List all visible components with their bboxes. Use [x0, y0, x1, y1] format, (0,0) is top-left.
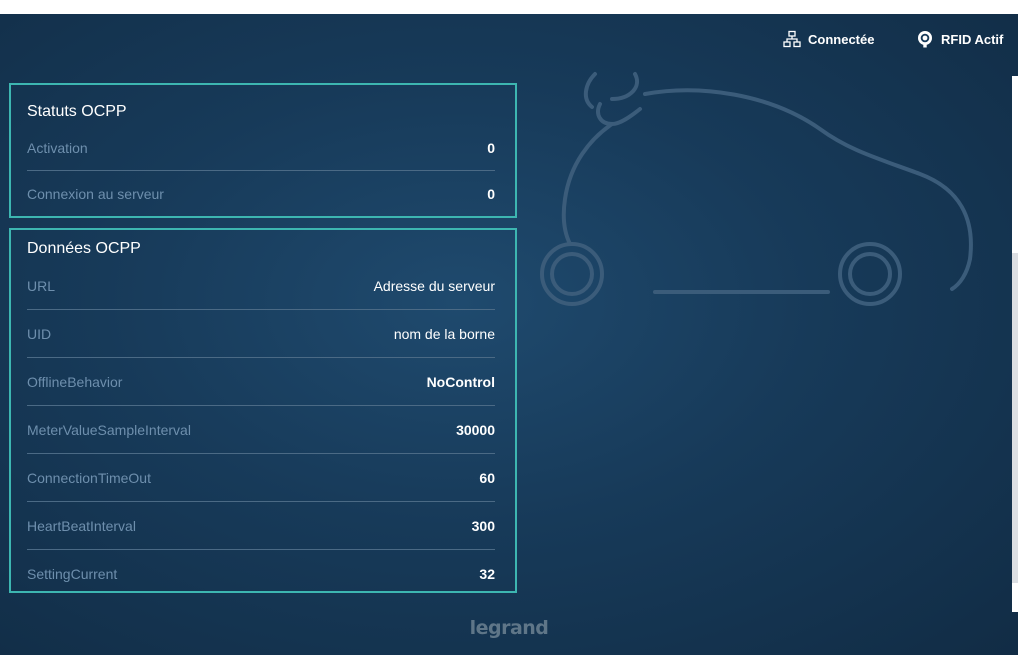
- row-label: HeartBeatInterval: [27, 517, 136, 534]
- row-value: 0: [487, 186, 495, 202]
- network-icon: [783, 30, 801, 48]
- row-value: 30000: [456, 421, 495, 438]
- data-row-connection-timeout: ConnectionTimeOut 60: [27, 454, 495, 502]
- row-label: OfflineBehavior: [27, 373, 123, 390]
- row-value: 32: [479, 566, 495, 582]
- row-label: UID: [27, 325, 52, 342]
- row-value: Adresse du serveur: [373, 277, 495, 294]
- status-row-activation: Activation 0: [27, 125, 495, 171]
- data-row-meter-value-sample-interval: MeterValueSampleInterval 30000: [27, 406, 495, 454]
- row-value: 300: [471, 517, 495, 534]
- status-row-server-connection: Connexion au serveur 0: [27, 171, 495, 217]
- rfid-icon: [916, 30, 934, 48]
- row-value: 60: [479, 469, 495, 486]
- row-label: SettingCurrent: [27, 566, 118, 582]
- app-screen: Connectée RFID Actif Statuts OCPP Activa…: [0, 14, 1018, 655]
- row-label: URL: [27, 277, 56, 294]
- connection-status: Connectée: [783, 30, 874, 48]
- scrollbar-thumb[interactable]: [1012, 253, 1018, 583]
- row-label: Activation: [27, 139, 88, 156]
- row-label: MeterValueSampleInterval: [27, 421, 191, 438]
- rfid-status-label: RFID Actif: [941, 31, 1004, 47]
- data-row-url: URL Adresse du serveur: [27, 262, 495, 310]
- top-bar: Connectée RFID Actif: [0, 14, 1018, 66]
- row-value: 0: [487, 139, 495, 156]
- ocpp-status-panel: Statuts OCPP Activation 0 Connexion au s…: [9, 83, 517, 218]
- panel-title: Statuts OCPP: [27, 103, 127, 120]
- rfid-status: RFID Actif: [916, 30, 1003, 48]
- vertical-scrollbar[interactable]: [1012, 76, 1018, 612]
- row-value: NoControl: [426, 373, 495, 390]
- row-label: Connexion au serveur: [27, 186, 164, 202]
- row-label: ConnectionTimeOut: [27, 469, 151, 486]
- data-row-offline-behavior: OfflineBehavior NoControl: [27, 358, 495, 406]
- panel-title: Données OCPP: [27, 240, 141, 257]
- row-value: nom de la borne: [393, 325, 495, 342]
- data-row-heartbeat-interval: HeartBeatInterval 300: [27, 502, 495, 550]
- legrand-logo: legrand: [469, 617, 549, 639]
- car-illustration: [540, 72, 973, 306]
- ocpp-data-panel: Données OCPP URL Adresse du serveur UID …: [9, 228, 517, 593]
- data-row-uid: UID nom de la borne: [27, 310, 495, 358]
- data-row-setting-current: SettingCurrent 32: [27, 550, 495, 598]
- connection-status-label: Connectée: [808, 31, 875, 47]
